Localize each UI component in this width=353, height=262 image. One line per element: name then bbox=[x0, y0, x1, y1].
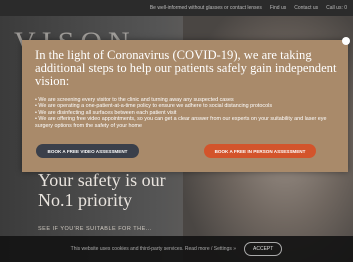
topbar-link-contact-us[interactable]: Contact us bbox=[294, 5, 318, 11]
modal-point: • We are offering free video appointment… bbox=[35, 116, 327, 129]
hero-heading: Your safety is our No.1 priority bbox=[38, 170, 166, 210]
cookie-banner: This website uses cookies and third-part… bbox=[0, 236, 353, 262]
modal-points-list: • We are screening every visitor to the … bbox=[35, 97, 338, 129]
hero-subtext: SEE IF YOU'RE SUITABLE FOR THE... bbox=[38, 226, 152, 232]
cookie-text[interactable]: This website uses cookies and third-part… bbox=[71, 246, 236, 252]
topbar-phone[interactable]: Call us: 0 bbox=[326, 5, 347, 11]
accept-cookies-button[interactable]: ACCEPT bbox=[244, 242, 283, 256]
covid-notice-modal: In the light of Coronavirus (COVID-19), … bbox=[22, 37, 350, 172]
modal-button-row: BOOK A FREE VIDEO ASSESSMENT BOOK A FREE… bbox=[36, 144, 336, 160]
book-in-person-assessment-button[interactable]: BOOK A FREE IN PERSON ASSESSMENT bbox=[204, 144, 316, 158]
book-video-assessment-button[interactable]: BOOK A FREE VIDEO ASSESSMENT bbox=[36, 144, 139, 158]
topbar-tagline: Be well-informed without glasses or cont… bbox=[149, 5, 262, 11]
top-bar: Be well-informed without glasses or cont… bbox=[0, 0, 353, 16]
hero-heading-line1: Your safety is our bbox=[38, 170, 166, 190]
modal-title: In the light of Coronavirus (COVID-19), … bbox=[35, 48, 337, 88]
hero-heading-line2: No.1 priority bbox=[38, 190, 132, 210]
close-icon[interactable] bbox=[342, 37, 350, 45]
topbar-link-find-us[interactable]: Find us bbox=[270, 5, 286, 11]
